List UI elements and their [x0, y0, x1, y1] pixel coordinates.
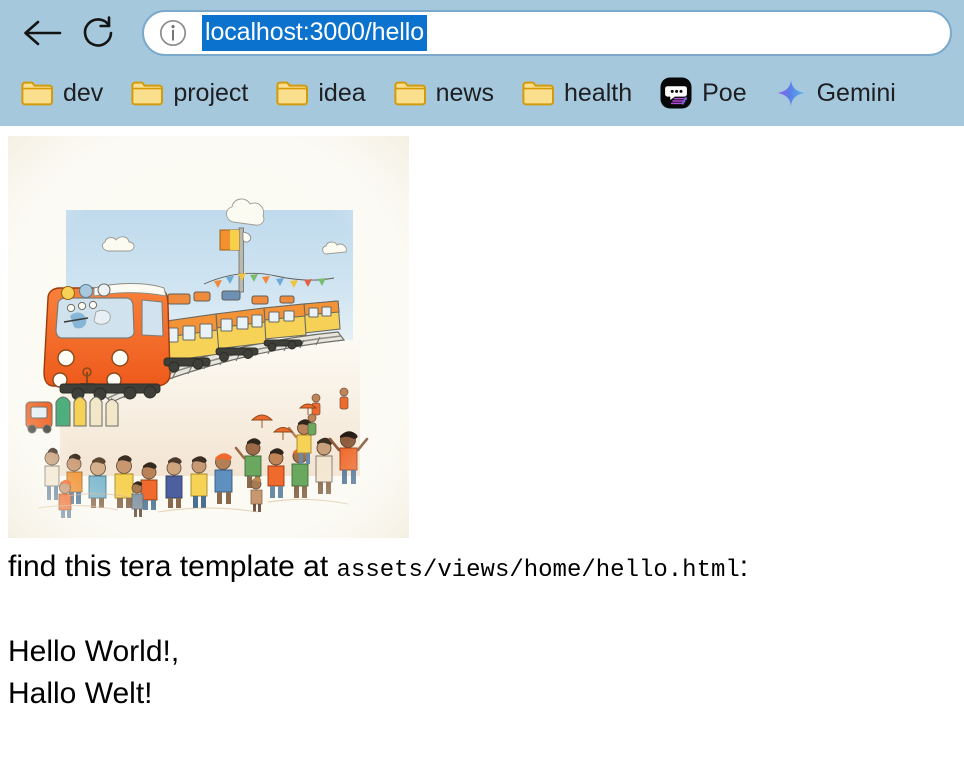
greeting-line-en: Hello World!,: [8, 635, 180, 668]
template-path-prefix: find this tera template at: [8, 550, 337, 583]
arrow-left-icon: [20, 15, 64, 51]
folder-icon: [130, 78, 164, 108]
address-bar[interactable]: localhost:3000/hello: [142, 10, 952, 56]
bookmark-idea[interactable]: idea: [267, 74, 375, 112]
folder-icon: [393, 78, 427, 108]
reload-button[interactable]: [70, 8, 126, 58]
bookmark-label: Gemini: [816, 79, 896, 107]
bookmark-health[interactable]: health: [513, 74, 642, 112]
bookmark-label: Poe: [702, 79, 747, 107]
bookmark-label: idea: [318, 79, 366, 107]
address-bar-input[interactable]: localhost:3000/hello: [202, 15, 427, 51]
bookmark-gemini[interactable]: Gemini: [766, 72, 906, 114]
folder-icon: [521, 78, 555, 108]
greeting-block: Hello World!, Hallo Welt!: [8, 631, 964, 715]
bookmark-dev[interactable]: dev: [12, 74, 113, 112]
folder-icon: [275, 78, 309, 108]
bookmarks-bar: dev project idea news health Poe Gemini: [0, 66, 964, 126]
bookmark-label: dev: [63, 79, 104, 107]
folder-icon: [20, 78, 54, 108]
bookmark-label: news: [435, 79, 494, 107]
bookmark-project[interactable]: project: [122, 74, 258, 112]
browser-chrome: localhost:3000/hello dev project idea ne…: [0, 0, 964, 126]
back-button[interactable]: [14, 8, 70, 58]
bookmark-label: health: [564, 79, 633, 107]
template-path-line: find this tera template at assets/views/…: [8, 547, 964, 591]
bookmark-poe[interactable]: Poe: [651, 72, 756, 114]
bookmark-news[interactable]: news: [385, 74, 504, 112]
template-path-suffix: :: [739, 550, 749, 583]
illustration-train-and-crowd: illustration-train-and-crowd: [8, 136, 409, 538]
gemini-star-icon: [774, 76, 808, 110]
template-path-value: assets/views/home/hello.html: [336, 557, 740, 584]
greeting-line-de: Hallo Welt!: [8, 677, 153, 710]
poe-icon: [659, 76, 693, 110]
browser-toolbar: localhost:3000/hello: [0, 0, 964, 66]
page-content: illustration-train-and-crowd: [0, 126, 964, 766]
info-circle-icon[interactable]: [158, 18, 188, 48]
bookmark-label: project: [173, 79, 249, 107]
reload-icon: [78, 13, 118, 53]
